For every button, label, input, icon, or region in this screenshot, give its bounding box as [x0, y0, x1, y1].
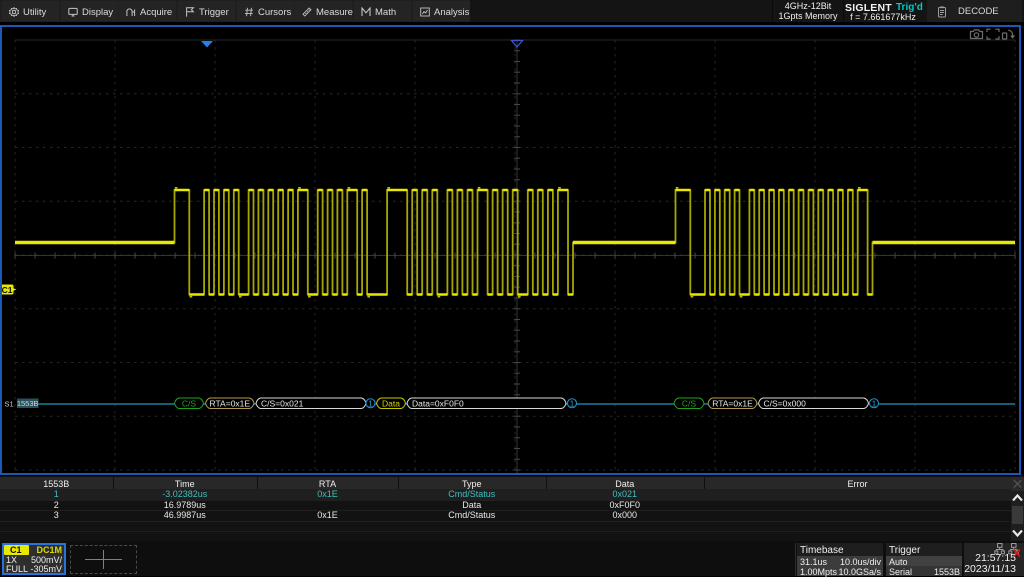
svg-text:C/S: C/S	[682, 399, 697, 409]
svg-text:C/S=0x021: C/S=0x021	[261, 399, 304, 409]
svg-text:Data: Data	[382, 399, 400, 409]
svg-text:1: 1	[872, 400, 877, 409]
svg-text:C/S: C/S	[182, 399, 197, 409]
svg-text:C/S=0x000: C/S=0x000	[764, 399, 807, 409]
svg-text:Data=0xF0F0: Data=0xF0F0	[412, 399, 464, 409]
svg-text:S1: S1	[5, 400, 14, 409]
svg-text:1: 1	[368, 400, 373, 409]
svg-text:RTA=0x1E: RTA=0x1E	[210, 399, 251, 409]
svg-text:1: 1	[570, 400, 575, 409]
svg-text:C1: C1	[2, 285, 13, 295]
svg-text:RTA=0x1E: RTA=0x1E	[712, 399, 753, 409]
svg-text:1553B: 1553B	[17, 399, 39, 408]
